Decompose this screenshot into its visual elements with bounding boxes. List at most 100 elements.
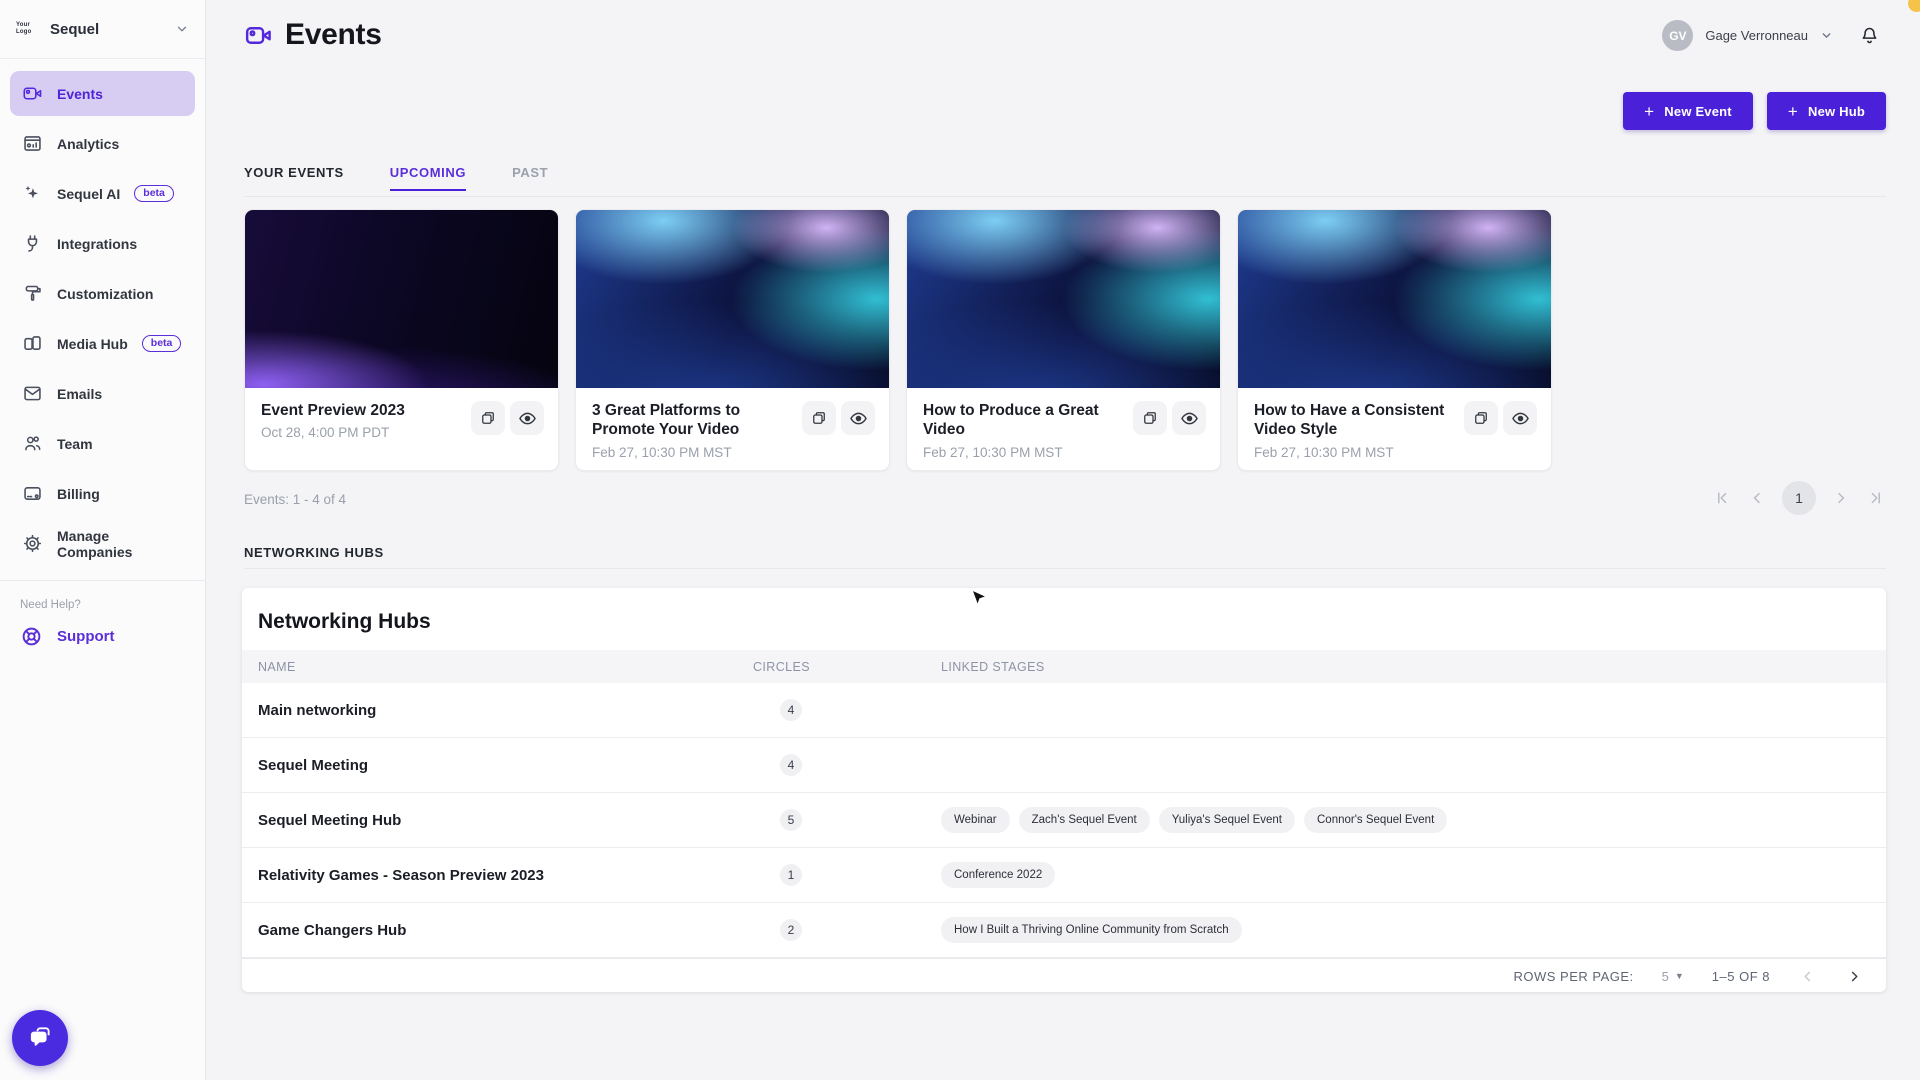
rows-per-page-value: 5 (1661, 968, 1669, 984)
rows-per-page-label: ROWS PER PAGE: (1513, 968, 1634, 984)
linked-stages: Webinar Zach's Sequel Event Yuliya's Seq… (941, 807, 1870, 833)
event-date: Oct 28, 4:00 PM PDT (261, 425, 390, 441)
table-row[interactable]: Game Changers Hub 2 How I Built a Thrivi… (242, 903, 1886, 958)
event-thumbnail[interactable] (245, 210, 558, 388)
sidebar-item-sequel-ai[interactable]: Sequel AI beta (10, 171, 195, 216)
next-rows-button[interactable] (1845, 967, 1864, 986)
user-menu[interactable]: GV Gage Verronneau (1662, 20, 1880, 51)
your-logo: Your Logo (16, 22, 32, 35)
table-row[interactable]: Sequel Meeting 4 (242, 738, 1886, 793)
events-tabs: YOUR EVENTS UPCOMING PAST (244, 165, 594, 191)
paint-roller-icon (22, 283, 43, 304)
preview-button[interactable] (841, 401, 875, 435)
video-icon (22, 83, 43, 104)
linked-stages: How I Built a Thriving Online Community … (941, 917, 1870, 943)
table-row[interactable]: Sequel Meeting Hub 5 Webinar Zach's Sequ… (242, 793, 1886, 848)
event-card-list: Event Preview 2023 Oct 28, 4:00 PM PDT 3… (244, 209, 1552, 471)
event-thumbnail[interactable] (907, 210, 1220, 388)
duplicate-button[interactable] (802, 401, 836, 435)
table-header-row: NAME CIRCLES LINKED STAGES (242, 650, 1886, 683)
sidebar-item-events[interactable]: Events (10, 71, 195, 116)
need-help-label: Need Help? (20, 599, 81, 611)
preview-button[interactable] (1503, 401, 1537, 435)
hub-name: Game Changers Hub (258, 921, 407, 939)
plus-icon: + (1644, 101, 1655, 121)
new-event-button[interactable]: + New Event (1623, 92, 1753, 130)
event-title: 3 Great Platforms to Promote Your Video (592, 402, 741, 439)
stage-chip: Zach's Sequel Event (1018, 807, 1150, 833)
last-page-button[interactable] (1866, 488, 1886, 508)
workspace-name: Sequel (50, 20, 100, 38)
people-icon (22, 433, 43, 454)
column-header-linked-stages: LINKED STAGES (941, 659, 1045, 674)
sidebar-item-integrations[interactable]: Integrations (10, 221, 195, 266)
prev-rows-button[interactable] (1798, 967, 1817, 986)
page-number-button[interactable]: 1 (1782, 481, 1816, 515)
sidebar-item-media-hub[interactable]: Media Hub beta (10, 321, 195, 366)
credit-card-icon (22, 483, 43, 504)
plus-icon: + (1787, 101, 1798, 121)
sparkles-icon (22, 183, 43, 204)
table-footer: ROWS PER PAGE: 5 ▼ 1–5 OF 8 (242, 958, 1886, 992)
sidebar-item-emails[interactable]: Emails (10, 371, 195, 416)
next-page-button[interactable] (1831, 488, 1851, 508)
sidebar-item-label: Sequel AI (57, 185, 121, 202)
event-card[interactable]: Event Preview 2023 Oct 28, 4:00 PM PDT (244, 209, 559, 471)
stage-chip: Yuliya's Sequel Event (1158, 807, 1295, 833)
plug-icon (22, 233, 43, 254)
sidebar-item-team[interactable]: Team (10, 421, 195, 466)
lifebuoy-icon (20, 625, 43, 648)
page-title: Events (244, 18, 382, 52)
corner-emoji (1908, 0, 1920, 12)
events-pagination: 1 (1712, 481, 1886, 515)
tab-past[interactable]: PAST (512, 165, 548, 189)
prev-page-button[interactable] (1747, 488, 1767, 508)
circles-count-badge: 5 (780, 809, 802, 831)
sidebar-item-billing[interactable]: Billing (10, 471, 195, 516)
event-card[interactable]: How to Produce a Great Video Feb 27, 10:… (906, 209, 1221, 471)
sidebar-item-customization[interactable]: Customization (10, 271, 195, 316)
sidebar-item-manage-companies[interactable]: Manage Companies (10, 521, 195, 566)
eye-icon (518, 409, 537, 428)
devices-icon (22, 333, 43, 354)
chevron-down-icon[interactable] (1820, 29, 1833, 42)
first-page-button[interactable] (1712, 488, 1732, 508)
avatar[interactable]: GV (1662, 20, 1694, 51)
table-row[interactable]: Main networking 4 (242, 683, 1886, 738)
new-hub-button[interactable]: + New Hub (1766, 92, 1886, 130)
tab-upcoming[interactable]: UPCOMING (389, 165, 467, 191)
sidebar-item-support[interactable]: Support (0, 617, 205, 648)
bell-icon[interactable] (1859, 25, 1880, 46)
column-header-circles: CIRCLES (753, 659, 810, 674)
event-card[interactable]: 3 Great Platforms to Promote Your Video … (575, 209, 890, 471)
divider (244, 196, 1886, 197)
stage-chip: Webinar (941, 807, 1010, 833)
sidebar-item-label: Team (57, 435, 93, 452)
event-thumbnail[interactable] (576, 210, 889, 388)
duplicate-button[interactable] (1464, 401, 1498, 435)
workspace-switcher[interactable]: Your Logo Sequel (0, 0, 205, 59)
sidebar-item-analytics[interactable]: Analytics (10, 121, 195, 166)
chat-widget-button[interactable] (12, 1010, 68, 1066)
event-card[interactable]: How to Have a Consistent Video Style Feb… (1237, 209, 1552, 471)
table-row[interactable]: Relativity Games - Season Preview 2023 1… (242, 848, 1886, 903)
header-actions: + New Event + New Hub (1623, 92, 1886, 130)
preview-button[interactable] (510, 401, 544, 435)
copy-icon (479, 409, 497, 427)
new-hub-label: New Hub (1807, 103, 1865, 119)
preview-button[interactable] (1172, 401, 1206, 435)
rows-per-page-select[interactable]: 5 ▼ (1662, 969, 1684, 984)
divider (244, 568, 1886, 569)
new-event-label: New Event (1664, 103, 1732, 119)
hub-name: Relativity Games - Season Preview 2023 (258, 866, 544, 884)
sidebar-item-label: Media Hub (57, 335, 128, 352)
sidebar-item-label: Analytics (57, 135, 120, 152)
duplicate-button[interactable] (471, 401, 505, 435)
event-thumbnail[interactable] (1238, 210, 1551, 388)
hub-name: Sequel Meeting (258, 756, 369, 774)
your-events-label: YOUR EVENTS (244, 165, 344, 180)
analytics-icon (22, 133, 43, 154)
duplicate-button[interactable] (1133, 401, 1167, 435)
sidebar-nav: Events Analytics Sequel AI beta Integrat… (0, 59, 205, 566)
event-date: Feb 27, 10:30 PM MST (923, 444, 1063, 460)
